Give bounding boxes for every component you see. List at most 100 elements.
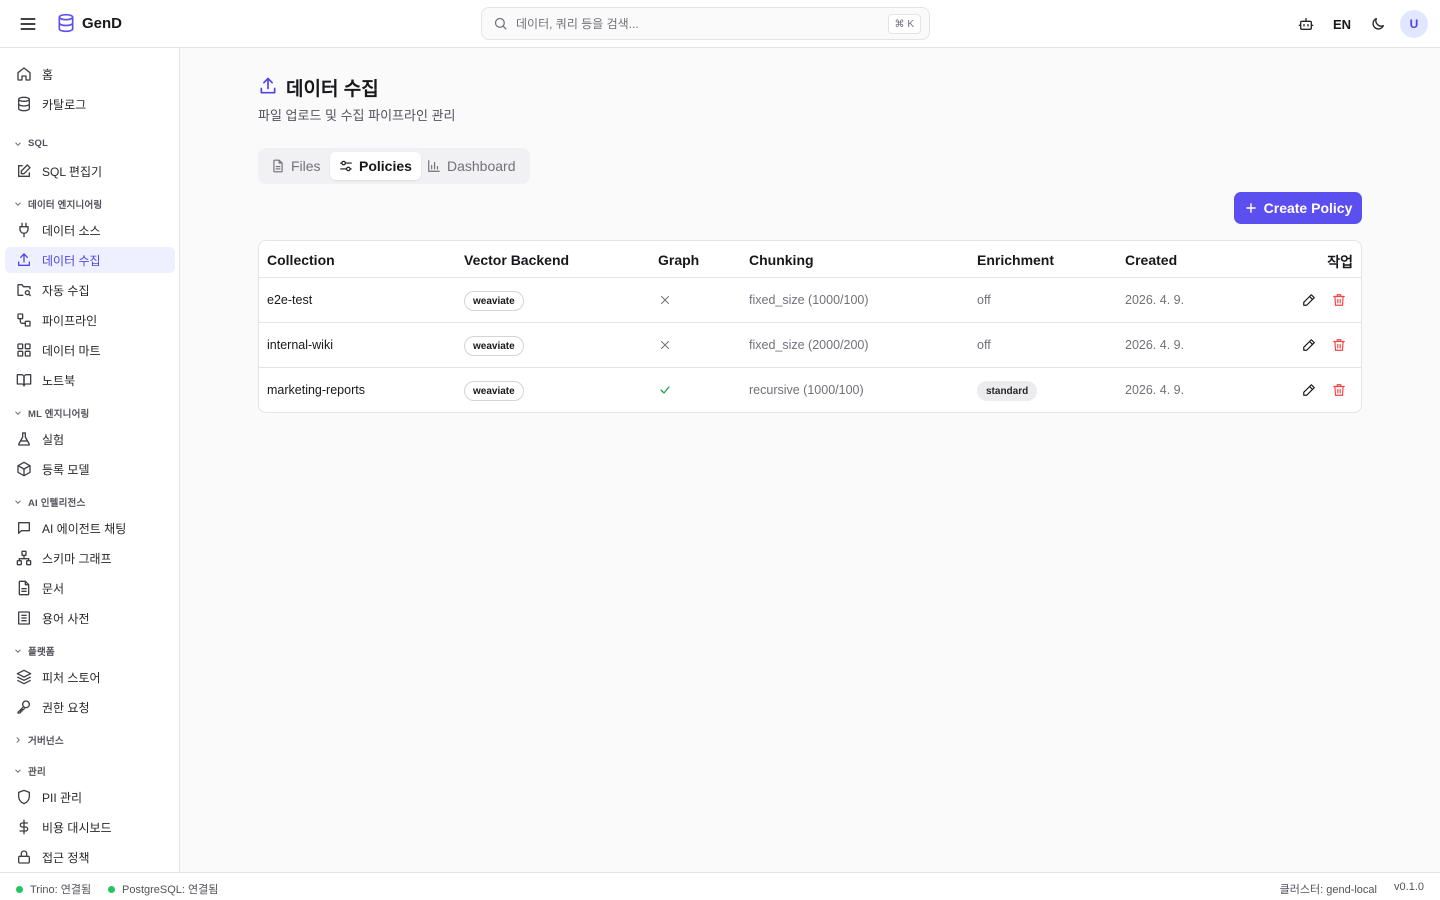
sidebar-item-home[interactable]: 홈	[5, 61, 175, 87]
edit-icon	[16, 163, 32, 179]
sidebar-item-notebook[interactable]: 노트북	[5, 367, 175, 393]
enrichment-value: off	[977, 293, 991, 307]
sidebar-item-glossary[interactable]: 용어 사전	[5, 605, 175, 631]
chevron-right-icon	[13, 735, 23, 745]
created-date: 2026. 4. 9.	[1125, 293, 1185, 307]
lock-icon	[16, 849, 32, 865]
sidebar-item-catalog[interactable]: 카탈로그	[5, 91, 175, 117]
sidebar-item-sql-editor[interactable]: SQL 편집기	[5, 158, 175, 184]
sidebar-item-registered-model[interactable]: 등록 모델	[5, 456, 175, 482]
plus-icon	[1244, 201, 1258, 215]
collection-name: internal-wiki	[267, 338, 333, 352]
trino-status: Trino: 연결됨	[16, 881, 91, 897]
global-search[interactable]: ⌘ K	[481, 7, 930, 40]
section-data-engineering[interactable]: 데이터 엔지니어링	[13, 197, 102, 211]
sidebar-item-data-ingest[interactable]: 데이터 수집	[5, 247, 175, 273]
app-logo[interactable]: GenD	[56, 13, 122, 33]
trash-icon[interactable]	[1332, 383, 1346, 397]
upload-icon	[258, 76, 278, 96]
sidebar-item-label: 홈	[42, 67, 54, 82]
moon-icon[interactable]	[1364, 10, 1392, 38]
box-icon	[16, 461, 32, 477]
sidebar-item-data-mart[interactable]: 데이터 마트	[5, 337, 175, 363]
network-icon	[16, 550, 32, 566]
section-admin[interactable]: 관리	[13, 764, 46, 778]
page-title: 데이터 수집	[286, 79, 379, 100]
pencil-icon[interactable]	[1302, 383, 1316, 397]
tab-policies[interactable]: Policies	[330, 152, 421, 180]
book-open-icon	[16, 372, 32, 388]
workflow-icon	[16, 312, 32, 328]
sidebar-item-label: 카탈로그	[42, 97, 87, 112]
tab-dashboard[interactable]: Dashboard	[418, 152, 525, 180]
grid-icon	[16, 342, 32, 358]
home-icon	[16, 66, 32, 82]
sidebar-item-feature-store[interactable]: 피처 스토어	[5, 664, 175, 690]
search-shortcut: ⌘ K	[887, 14, 921, 34]
vector-backend-badge: weaviate	[464, 291, 524, 311]
collection-name: e2e-test	[267, 293, 313, 307]
chunking-value: recursive (1000/100)	[749, 383, 864, 397]
collection-name: marketing-reports	[267, 383, 365, 397]
menu-icon[interactable]	[18, 14, 38, 34]
column-header: Created	[1125, 252, 1178, 268]
section-ai-intelligence[interactable]: AI 인텔리전스	[13, 495, 85, 509]
section-sql[interactable]: SQL	[13, 138, 48, 149]
vector-backend-badge: weaviate	[464, 336, 524, 356]
sidebar-item-documents[interactable]: 문서	[5, 575, 175, 601]
column-header: Enrichment	[977, 252, 1055, 268]
sidebar-item-data-source[interactable]: 데이터 소스	[5, 217, 175, 243]
section-governance[interactable]: 거버넌스	[13, 733, 64, 747]
check-icon	[659, 384, 671, 396]
create-policy-button[interactable]: Create Policy	[1234, 192, 1362, 224]
chunking-value: fixed_size (1000/100)	[749, 293, 869, 307]
policies-table: Collection Vector Backend Graph Chunking…	[258, 240, 1362, 413]
enrichment-value: off	[977, 338, 991, 352]
sidebar-item-ai-chat[interactable]: AI 에이전트 채팅	[5, 515, 175, 541]
enrichment-badge: standard	[977, 381, 1038, 401]
column-header: Chunking	[749, 252, 814, 268]
section-ml-engineering[interactable]: ML 엔지니어링	[13, 406, 90, 420]
table-row[interactable]: internal-wiki weaviate fixed_size (2000/…	[259, 323, 1361, 368]
sidebar-item-pii[interactable]: PII 관리	[5, 784, 175, 810]
trash-icon[interactable]	[1332, 338, 1346, 352]
sidebar-item-access-policy[interactable]: 접근 정책	[5, 844, 175, 870]
sidebar-item-access-request[interactable]: 권한 요청	[5, 694, 175, 720]
vector-backend-badge: weaviate	[464, 381, 524, 401]
sidebar-item-cost-dashboard[interactable]: 비용 대시보드	[5, 814, 175, 840]
table-row[interactable]: marketing-reports weaviate recursive (10…	[259, 368, 1361, 412]
sidebar-item-pipeline[interactable]: 파이프라인	[5, 307, 175, 333]
column-header: 작업	[1327, 254, 1353, 270]
status-bar: Trino: 연결됨 PostgreSQL: 연결됨 클러스터: gend-lo…	[0, 872, 1440, 900]
trash-icon[interactable]	[1332, 293, 1346, 307]
dollar-icon	[16, 819, 32, 835]
x-icon	[659, 339, 671, 351]
language-toggle[interactable]: EN	[1320, 10, 1364, 38]
table-row[interactable]: e2e-test weaviate fixed_size (1000/100) …	[259, 278, 1361, 323]
sidebar-item-schema-graph[interactable]: 스키마 그래프	[5, 545, 175, 571]
created-date: 2026. 4. 9.	[1125, 383, 1185, 397]
user-avatar[interactable]: U	[1400, 10, 1428, 38]
tab-files[interactable]: Files	[262, 152, 330, 180]
shield-icon	[16, 789, 32, 805]
file-text-icon	[16, 580, 32, 596]
settings-sliders-icon	[339, 159, 353, 173]
x-icon	[659, 294, 671, 306]
list-icon	[16, 610, 32, 626]
chunking-value: fixed_size (2000/200)	[749, 338, 869, 352]
section-platform[interactable]: 플랫폼	[13, 644, 55, 658]
bot-icon[interactable]	[1292, 10, 1320, 38]
search-icon	[493, 16, 508, 31]
upload-icon	[16, 252, 32, 268]
sidebar-item-experiment[interactable]: 실험	[5, 426, 175, 452]
column-header: Vector Backend	[464, 252, 570, 268]
layers-icon	[16, 669, 32, 685]
sidebar-item-auto-ingest[interactable]: 자동 수집	[5, 277, 175, 303]
key-icon	[16, 699, 32, 715]
column-header: Collection	[267, 252, 335, 268]
top-header: GenD ⌘ K EN U	[0, 0, 1440, 48]
status-dot-icon	[16, 885, 23, 893]
pencil-icon[interactable]	[1302, 338, 1316, 352]
search-input[interactable]	[516, 16, 876, 31]
pencil-icon[interactable]	[1302, 293, 1316, 307]
